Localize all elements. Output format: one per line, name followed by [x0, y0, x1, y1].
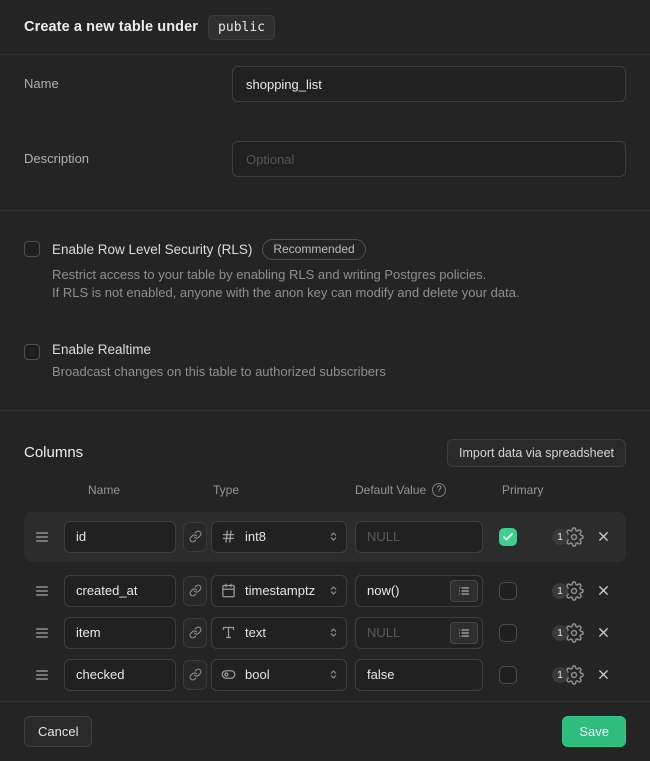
realtime-checkbox[interactable]	[24, 344, 40, 360]
column-row: bool 1	[24, 654, 626, 696]
rls-option-body: Enable Row Level Security (RLS) Recommen…	[52, 239, 520, 302]
header-type: Type	[213, 483, 239, 497]
check-icon	[502, 531, 514, 543]
column-settings-button[interactable]: 1	[552, 581, 584, 601]
save-button[interactable]: Save	[562, 716, 626, 747]
column-type-select[interactable]: text	[211, 617, 347, 649]
default-value-cell	[355, 659, 483, 691]
primary-key-checkbox[interactable]	[499, 582, 517, 600]
settings-count-badge: 1	[552, 583, 568, 599]
rls-option: Enable Row Level Security (RLS) Recommen…	[24, 239, 626, 302]
name-field-label: Name	[24, 66, 232, 102]
remove-column-icon[interactable]	[596, 583, 611, 598]
table-options-section: Enable Row Level Security (RLS) Recommen…	[0, 211, 650, 411]
drag-handle-icon[interactable]	[34, 667, 52, 683]
column-name-input[interactable]	[64, 575, 176, 607]
remove-column-icon[interactable]	[596, 529, 611, 544]
dialog-header: Create a new table under public	[0, 0, 650, 55]
column-rows: int8 1 time	[24, 512, 626, 696]
column-type-label: timestamptz	[245, 583, 315, 598]
realtime-option: Enable Realtime Broadcast changes on thi…	[24, 342, 626, 381]
column-settings-button[interactable]: 1	[552, 623, 584, 643]
column-row: int8 1	[24, 512, 626, 562]
drag-handle-icon[interactable]	[34, 529, 52, 545]
remove-column-icon[interactable]	[596, 667, 611, 682]
foreign-key-link-icon[interactable]	[183, 618, 207, 648]
realtime-description: Broadcast changes on this table to autho…	[52, 363, 386, 381]
columns-section: Columns Import data via spreadsheet Name…	[0, 411, 650, 701]
realtime-option-body: Enable Realtime Broadcast changes on thi…	[52, 342, 386, 381]
header-name: Name	[88, 483, 120, 497]
schema-badge: public	[208, 15, 275, 40]
description-row: Description	[24, 141, 626, 177]
column-type-select[interactable]: timestamptz	[211, 575, 347, 607]
column-name-input[interactable]	[64, 521, 176, 553]
table-name-input[interactable]	[232, 66, 626, 102]
default-value-input[interactable]	[355, 521, 483, 553]
description-field-label: Description	[24, 141, 232, 177]
column-type-select[interactable]: bool	[211, 659, 347, 691]
help-icon[interactable]: ?	[432, 483, 446, 497]
foreign-key-link-icon[interactable]	[183, 576, 207, 606]
default-value-cell	[355, 617, 483, 649]
text-icon	[221, 625, 236, 640]
calendar-icon	[221, 583, 236, 598]
header-primary: Primary	[502, 483, 543, 497]
rls-checkbox[interactable]	[24, 241, 40, 257]
settings-count-badge: 1	[552, 625, 568, 641]
cancel-button[interactable]: Cancel	[24, 716, 92, 747]
column-table-headers: Name Type Default Value ? Primary	[24, 483, 626, 498]
chevron-up-down-icon	[327, 530, 340, 543]
primary-key-checkbox[interactable]	[499, 528, 517, 546]
chevron-up-down-icon	[327, 584, 340, 597]
name-row: Name	[24, 66, 626, 102]
column-type-select[interactable]: int8	[211, 521, 347, 553]
columns-title: Columns	[24, 444, 83, 461]
dialog-footer: Cancel Save	[0, 701, 650, 761]
default-value-input[interactable]	[355, 659, 483, 691]
column-name-input[interactable]	[64, 617, 176, 649]
primary-key-checkbox[interactable]	[499, 624, 517, 642]
import-spreadsheet-button[interactable]: Import data via spreadsheet	[447, 439, 626, 467]
table-description-input[interactable]	[232, 141, 626, 177]
chevron-up-down-icon	[327, 626, 340, 639]
column-settings-button[interactable]: 1	[552, 527, 584, 547]
column-settings-button[interactable]: 1	[552, 665, 584, 685]
settings-count-badge: 1	[552, 667, 568, 683]
foreign-key-link-icon[interactable]	[183, 660, 207, 690]
dialog-title: Create a new table under	[24, 19, 198, 35]
drag-handle-icon[interactable]	[34, 583, 52, 599]
header-default-value: Default Value ?	[355, 483, 446, 497]
column-type-label: int8	[245, 529, 266, 544]
column-row: text 1	[24, 612, 626, 654]
recommended-badge: Recommended	[262, 239, 365, 260]
rls-description: Restrict access to your table by enablin…	[52, 266, 520, 302]
realtime-label: Enable Realtime	[52, 342, 151, 357]
default-value-cell	[355, 575, 483, 607]
column-name-input[interactable]	[64, 659, 176, 691]
column-row: timestamptz 1	[24, 570, 626, 612]
rls-label: Enable Row Level Security (RLS)	[52, 242, 252, 257]
settings-count-badge: 1	[552, 529, 568, 545]
default-value-menu-icon[interactable]	[450, 580, 478, 602]
toggle-icon	[221, 667, 236, 682]
remove-column-icon[interactable]	[596, 625, 611, 640]
table-meta-section: Name Description	[0, 55, 650, 211]
create-table-dialog: Create a new table under public Name Des…	[0, 0, 650, 761]
default-value-menu-icon[interactable]	[450, 622, 478, 644]
column-type-label: text	[245, 625, 266, 640]
column-type-label: bool	[245, 667, 270, 682]
chevron-up-down-icon	[327, 668, 340, 681]
hash-icon	[221, 529, 236, 544]
primary-key-checkbox[interactable]	[499, 666, 517, 684]
default-value-cell	[355, 521, 483, 553]
foreign-key-link-icon[interactable]	[183, 522, 207, 552]
drag-handle-icon[interactable]	[34, 625, 52, 641]
